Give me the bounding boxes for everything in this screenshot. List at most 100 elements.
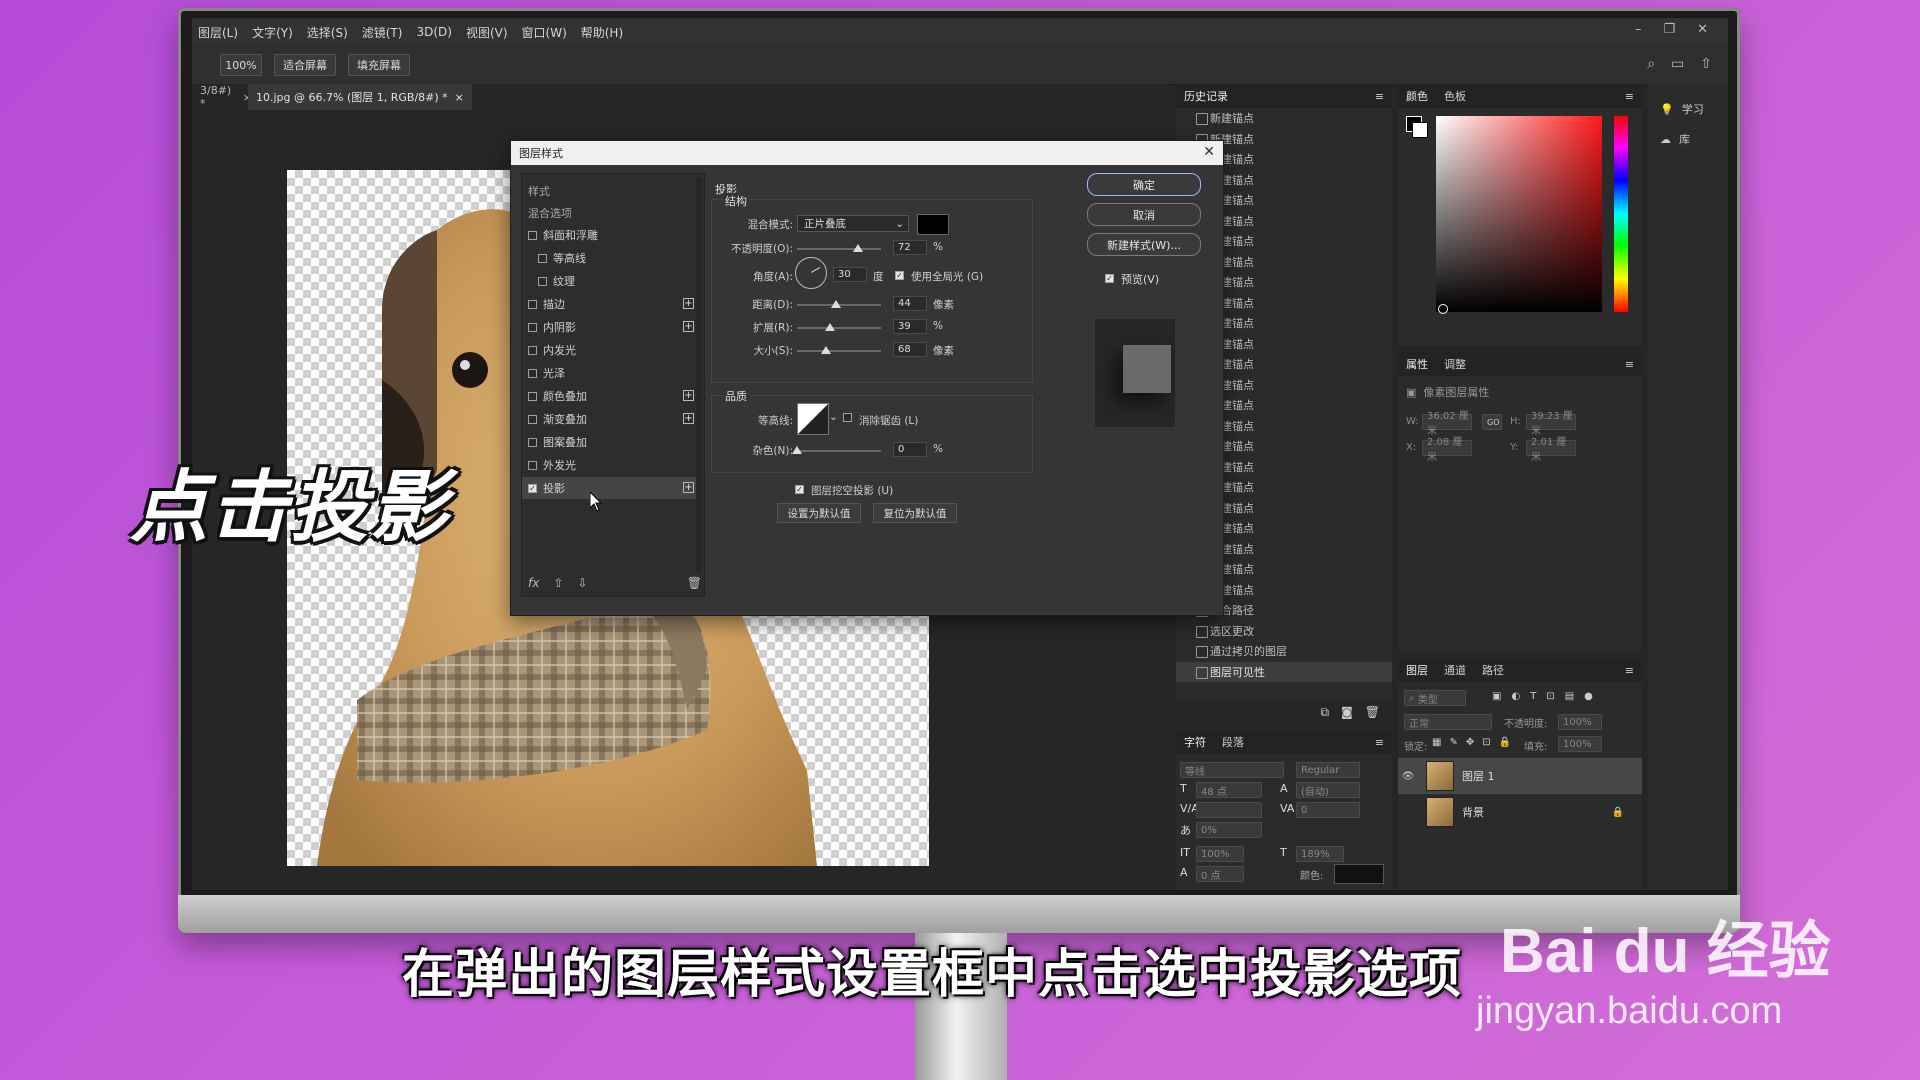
style-item[interactable]: 内阴影 +: [522, 316, 698, 338]
trash-icon[interactable]: 🗑: [1365, 705, 1380, 719]
tracking-field[interactable]: 0: [1296, 802, 1360, 818]
share-icon[interactable]: ⇧: [1700, 56, 1712, 72]
cancel-button[interactable]: 取消: [1087, 203, 1201, 226]
fill-screen-button[interactable]: 填充屏幕: [348, 54, 410, 76]
noise-slider[interactable]: [792, 446, 881, 454]
tab-layers[interactable]: 图层: [1406, 662, 1428, 678]
angle-field[interactable]: 30: [833, 267, 867, 282]
layer-opacity-field[interactable]: 100%: [1558, 714, 1602, 730]
chevron-down-icon[interactable]: ⌄: [829, 411, 838, 423]
link-icon[interactable]: GO: [1482, 414, 1502, 430]
reset-default-button[interactable]: 复位为默认值: [873, 503, 957, 523]
layer-row[interactable]: 👁 图层 1: [1398, 758, 1642, 794]
blend-mode-select[interactable]: 正常: [1404, 714, 1492, 730]
shadow-color-swatch[interactable]: [917, 214, 949, 235]
panel-menu-icon[interactable]: ≡: [1375, 90, 1384, 103]
checkbox-unchecked[interactable]: [528, 437, 537, 447]
tab-properties[interactable]: 属性: [1406, 356, 1428, 372]
size-slider[interactable]: [797, 346, 881, 354]
lock-transparent-icon[interactable]: ▦: [1432, 737, 1441, 748]
distance-field[interactable]: 44: [893, 296, 927, 311]
lock-all-icon[interactable]: 🔒: [1499, 737, 1511, 748]
checkbox-unchecked[interactable]: [528, 391, 537, 401]
tab-swatches[interactable]: 色板: [1444, 88, 1466, 104]
angle-dial[interactable]: [795, 257, 827, 289]
menu-item[interactable]: 帮助(H): [581, 24, 623, 41]
fx-button[interactable]: fx: [528, 576, 539, 590]
layer-row[interactable]: 背景 🔒: [1398, 794, 1642, 830]
font-style-select[interactable]: Regular: [1296, 762, 1360, 778]
spread-slider[interactable]: [797, 323, 881, 331]
ok-button[interactable]: 确定: [1087, 173, 1201, 196]
checkbox-unchecked[interactable]: [528, 460, 537, 470]
panel-menu-icon[interactable]: ≡: [1625, 664, 1634, 677]
search-icon[interactable]: ⌕: [1647, 56, 1655, 72]
fit-screen-button[interactable]: 适合屏幕: [274, 54, 336, 76]
noise-field[interactable]: 0: [893, 442, 927, 457]
new-style-button[interactable]: 新建样式(W)...: [1087, 233, 1201, 256]
add-instance-icon[interactable]: +: [683, 298, 694, 309]
snapshot-icon[interactable]: ◙: [1341, 705, 1353, 719]
add-instance-icon[interactable]: +: [683, 321, 694, 332]
global-light-checkbox[interactable]: ✓: [895, 269, 910, 281]
tab-paragraph[interactable]: 段落: [1222, 734, 1244, 750]
menu-item[interactable]: 图层(L): [198, 24, 238, 41]
opacity-slider-knob[interactable]: [853, 244, 863, 252]
color-picker-cursor[interactable]: [1438, 304, 1448, 314]
panel-menu-icon[interactable]: ≡: [1625, 90, 1634, 103]
history-item[interactable]: 选区更改: [1176, 621, 1392, 642]
tab-current-doc[interactable]: 10.jpg @ 66.7% (图层 1, RGB/8#) * ×: [248, 84, 472, 110]
panel-menu-icon[interactable]: ≡: [1375, 736, 1384, 749]
hue-slider[interactable]: [1614, 116, 1628, 312]
style-item[interactable]: 图案叠加: [522, 431, 698, 453]
menu-item[interactable]: 选择(S): [307, 24, 348, 41]
height-field[interactable]: 39.23 厘米: [1526, 411, 1576, 437]
layer-filter-select[interactable]: ⌕ 类型: [1404, 690, 1466, 706]
blending-options-item[interactable]: 混合选项: [522, 202, 698, 224]
type-filter-icon[interactable]: T: [1530, 691, 1536, 702]
kerning-field[interactable]: [1196, 802, 1262, 818]
horizontal-scale-field[interactable]: 189%: [1296, 846, 1344, 862]
menu-item[interactable]: 3D(D): [416, 25, 451, 39]
checkbox-unchecked[interactable]: [528, 230, 537, 240]
style-item[interactable]: 渐变叠加 +: [522, 408, 698, 430]
panel-menu-icon[interactable]: ≡: [1625, 358, 1634, 371]
dock-learn[interactable]: 💡 学习: [1648, 94, 1728, 124]
layer-fill-field[interactable]: 100%: [1558, 736, 1602, 752]
move-up-icon[interactable]: ⇧: [553, 576, 563, 590]
text-color-swatch[interactable]: [1334, 864, 1384, 884]
history-item[interactable]: 通过拷贝的图层: [1176, 641, 1392, 662]
lock-position-icon[interactable]: ✥: [1466, 737, 1474, 748]
checkbox-checked[interactable]: ✓: [895, 271, 904, 280]
menu-item[interactable]: 窗口(W): [522, 24, 567, 41]
lock-image-icon[interactable]: ✎: [1449, 737, 1457, 748]
x-field[interactable]: 2.08 厘米: [1422, 437, 1472, 463]
close-icon[interactable]: ✕: [1203, 144, 1215, 160]
tab-paths[interactable]: 路径: [1482, 662, 1504, 678]
vertical-scale-field[interactable]: 100%: [1196, 846, 1244, 862]
menu-item[interactable]: 文字(Y): [252, 24, 293, 41]
tsume-field[interactable]: 0%: [1196, 822, 1262, 838]
checkbox-unchecked[interactable]: [538, 276, 547, 286]
style-item[interactable]: 颜色叠加 +: [522, 385, 698, 407]
shape-filter-icon[interactable]: ⊡: [1546, 691, 1554, 702]
style-item[interactable]: 斜面和浮雕: [522, 224, 698, 246]
distance-slider-knob[interactable]: [831, 300, 841, 308]
style-item[interactable]: 外发光: [522, 454, 698, 476]
background-color-swatch[interactable]: [1412, 122, 1428, 138]
y-field[interactable]: 2.01 厘米: [1526, 437, 1576, 463]
workspace-icon[interactable]: ▭: [1671, 56, 1684, 72]
scrollbar[interactable]: [696, 178, 702, 572]
font-size-field[interactable]: 48 点: [1196, 782, 1262, 798]
checkbox-checked[interactable]: ✓: [1105, 274, 1114, 283]
history-item[interactable]: 新建锚点: [1176, 108, 1392, 129]
contour-preview[interactable]: [797, 403, 829, 435]
style-item[interactable]: 光泽: [522, 362, 698, 384]
minimize-icon[interactable]: –: [1635, 22, 1642, 37]
tab-color[interactable]: 颜色: [1406, 88, 1428, 104]
visibility-eye-icon[interactable]: 👁: [1398, 771, 1418, 782]
checkbox-checked[interactable]: ✓: [795, 485, 804, 494]
trash-icon[interactable]: 🗑: [687, 576, 702, 590]
lock-artboard-icon[interactable]: ⊡: [1482, 737, 1490, 748]
anti-alias-checkbox[interactable]: [843, 413, 858, 425]
